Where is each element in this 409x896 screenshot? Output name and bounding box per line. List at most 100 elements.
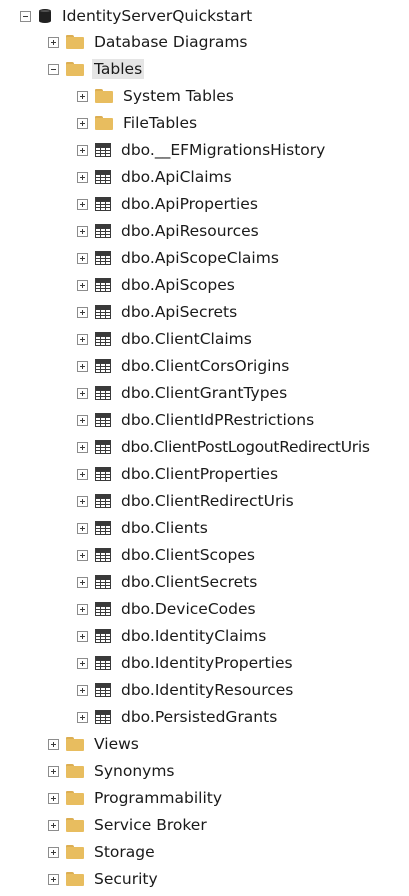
expand-toggle-icon[interactable] [77,711,88,723]
database-name: IdentityServerQuickstart [62,7,253,25]
database-icon [38,8,52,24]
expand-toggle-icon[interactable] [77,360,88,372]
expand-toggle-icon[interactable] [77,549,88,561]
table-icon [95,386,111,400]
tree-node-table[interactable]: dbo.ClientRedirectUris [77,489,296,513]
expand-toggle-icon[interactable] [77,225,88,237]
table-name: dbo.IdentityResources [121,681,294,699]
table-icon [95,575,111,589]
tree-node-service-broker[interactable]: Service Broker [48,813,209,837]
expand-toggle-icon[interactable] [48,765,59,777]
tree-node-table[interactable]: dbo.ApiScopeClaims [77,246,281,270]
tree-node-views[interactable]: Views [48,732,141,756]
table-icon [95,224,111,238]
tree-node-table[interactable]: dbo.PersistedGrants [77,705,279,729]
collapse-toggle-icon[interactable] [48,63,59,75]
tree-node-table[interactable]: dbo.ClientCorsOrigins [77,354,291,378]
tree-node-programmability[interactable]: Programmability [48,786,224,810]
tree-node-table[interactable]: dbo.ClientScopes [77,543,257,567]
folder-icon [95,116,113,130]
expand-toggle-icon[interactable] [77,414,88,426]
table-name: dbo.ClientPostLogoutRedirectUris [121,438,370,456]
folder-icon [66,764,84,778]
expand-toggle-icon[interactable] [77,252,88,264]
expand-toggle-icon[interactable] [77,90,88,102]
table-icon [95,305,111,319]
node-label: System Tables [123,87,234,105]
tree-node-table[interactable]: dbo.ClientProperties [77,462,280,486]
tree-node-table[interactable]: dbo.ClientIdPRestrictions [77,408,316,432]
expand-toggle-icon[interactable] [77,387,88,399]
table-name: dbo.Clients [121,519,208,537]
folder-icon [66,845,84,859]
node-label: Programmability [94,789,223,807]
expand-toggle-icon[interactable] [77,495,88,507]
table-name: dbo.IdentityClaims [121,627,267,645]
tree-node-table[interactable]: dbo.ApiSecrets [77,300,239,324]
table-name: dbo.ClientIdPRestrictions [121,411,315,429]
tree-node-system-tables[interactable]: System Tables [77,84,236,108]
table-name: dbo.ApiScopeClaims [121,249,279,267]
expand-toggle-icon[interactable] [77,522,88,534]
expand-toggle-icon[interactable] [77,306,88,318]
table-name: dbo.ApiProperties [121,195,258,213]
node-label: FileTables [123,114,198,132]
table-name: dbo.ApiResources [121,222,259,240]
expand-toggle-icon[interactable] [48,819,59,831]
table-name: dbo.ClientSecrets [121,573,258,591]
tree-node-filetables[interactable]: FileTables [77,111,199,135]
expand-toggle-icon[interactable] [77,603,88,615]
node-label: Synonyms [94,762,175,780]
tree-node-table[interactable]: dbo.ApiClaims [77,165,234,189]
folder-icon [95,89,113,103]
tree-node-database-diagrams[interactable]: Database Diagrams [48,30,250,54]
expand-toggle-icon[interactable] [77,576,88,588]
node-label: Database Diagrams [94,33,248,51]
expand-toggle-icon[interactable] [77,441,88,453]
expand-toggle-icon[interactable] [77,279,88,291]
tree-node-table[interactable]: dbo.Clients [77,516,210,540]
tree-node-database[interactable]: IdentityServerQuickstart [20,4,254,28]
tree-node-synonyms[interactable]: Synonyms [48,759,177,783]
tree-node-table[interactable]: dbo.ApiProperties [77,192,260,216]
expand-toggle-icon[interactable] [77,468,88,480]
table-icon [95,710,111,724]
tree-node-table[interactable]: dbo.__EFMigrationsHistory [77,138,327,162]
table-name: dbo.ClientProperties [121,465,279,483]
tree-node-table[interactable]: dbo.ClientPostLogoutRedirectUris [77,435,372,459]
tree-node-table[interactable]: dbo.ClientClaims [77,327,254,351]
expand-toggle-icon[interactable] [48,792,59,804]
tree-node-table[interactable]: dbo.IdentityResources [77,678,295,702]
expand-toggle-icon[interactable] [77,117,88,129]
expand-toggle-icon[interactable] [77,171,88,183]
tree-node-table[interactable]: dbo.IdentityClaims [77,624,268,648]
tree-node-storage[interactable]: Storage [48,840,157,864]
node-label: Views [94,735,139,753]
expand-toggle-icon[interactable] [48,846,59,858]
expand-toggle-icon[interactable] [77,144,88,156]
tree-node-security[interactable]: Security [48,867,160,891]
node-label: Service Broker [94,816,207,834]
tree-node-table[interactable]: dbo.ClientSecrets [77,570,259,594]
expand-toggle-icon[interactable] [77,684,88,696]
table-name: dbo.PersistedGrants [121,708,278,726]
tree-node-table[interactable]: dbo.DeviceCodes [77,597,258,621]
tree-node-table[interactable]: dbo.IdentityProperties [77,651,295,675]
tree-node-table[interactable]: dbo.ClientGrantTypes [77,381,289,405]
table-icon [95,143,111,157]
expand-toggle-icon[interactable] [48,36,59,48]
tree-node-tables[interactable]: Tables [48,57,145,81]
expand-toggle-icon[interactable] [77,198,88,210]
expand-toggle-icon[interactable] [48,873,59,885]
table-icon [95,494,111,508]
expand-toggle-icon[interactable] [77,657,88,669]
folder-icon [66,791,84,805]
tree-node-table[interactable]: dbo.ApiScopes [77,273,237,297]
table-icon [95,656,111,670]
expand-toggle-icon[interactable] [77,630,88,642]
expand-toggle-icon[interactable] [48,738,59,750]
table-icon [95,170,111,184]
expand-toggle-icon[interactable] [77,333,88,345]
collapse-toggle-icon[interactable] [20,10,31,22]
tree-node-table[interactable]: dbo.ApiResources [77,219,261,243]
